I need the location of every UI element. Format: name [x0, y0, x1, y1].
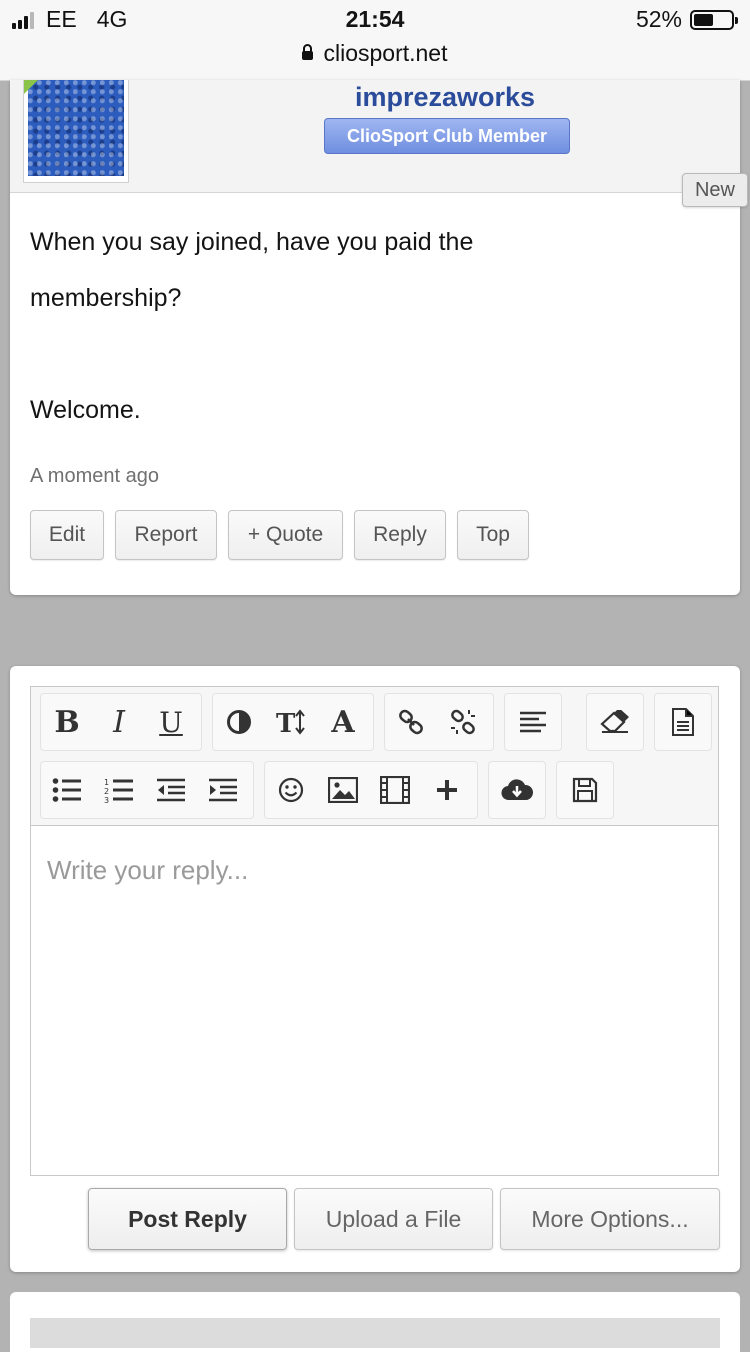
align-group	[504, 693, 562, 751]
color-icon[interactable]	[213, 694, 265, 750]
online-indicator	[24, 80, 38, 94]
reply-card: B I U T A 1 2 3 Write your reply... Post…	[10, 666, 740, 1272]
next-section-card	[10, 1292, 740, 1352]
indent-icon[interactable]	[197, 762, 249, 818]
link-icon[interactable]	[385, 694, 437, 750]
editor-buttons: Post Reply Upload a File More Options...	[88, 1188, 720, 1250]
insert-icon[interactable]	[421, 762, 473, 818]
status-right: 52%	[635, 6, 738, 33]
avatar[interactable]	[23, 80, 129, 183]
align-icon[interactable]	[507, 694, 559, 750]
cloud-download-icon[interactable]	[491, 762, 543, 818]
link-group	[384, 693, 494, 751]
reply-button[interactable]: Reply	[354, 510, 446, 560]
image-icon[interactable]	[317, 762, 369, 818]
username[interactable]: imprezaworks	[140, 82, 750, 113]
source-icon[interactable]	[657, 694, 709, 750]
outdent-icon[interactable]	[145, 762, 197, 818]
bullet-list-icon[interactable]	[41, 762, 93, 818]
post-card: imprezaworks ClioSport Club Member New W…	[10, 80, 748, 595]
media-icon[interactable]	[369, 762, 421, 818]
post-header: imprezaworks ClioSport Club Member	[10, 80, 740, 193]
italic-icon[interactable]: I	[93, 694, 145, 750]
status-bar: EE 4G 21:54 52% cliosport.net	[0, 0, 750, 81]
svg-text:1: 1	[104, 778, 109, 787]
svg-text:3: 3	[104, 796, 109, 803]
svg-text:2: 2	[104, 787, 109, 796]
font-icon[interactable]: A	[317, 694, 369, 750]
new-tag: New	[682, 173, 748, 207]
insert-group	[264, 761, 478, 819]
bold-icon[interactable]: B	[41, 694, 93, 750]
address-bar[interactable]: cliosport.net	[0, 40, 750, 67]
post-reply-button[interactable]: Post Reply	[88, 1188, 287, 1250]
more-options-button[interactable]: More Options...	[500, 1188, 720, 1250]
battery-percent: 52%	[635, 6, 682, 32]
member-badge: ClioSport Club Member	[324, 118, 570, 154]
post-actions: Edit Report + Quote Reply Top	[30, 510, 529, 560]
post-timestamp: A moment ago	[30, 465, 159, 487]
post-text-line: membership?	[30, 284, 182, 312]
list-group: 123	[40, 761, 254, 819]
post-body: When you say joined, have you paid the m…	[30, 214, 720, 438]
numbered-list-icon[interactable]: 123	[93, 762, 145, 818]
top-button[interactable]: Top	[457, 510, 529, 560]
source-group	[654, 693, 712, 751]
reply-input[interactable]: Write your reply...	[47, 855, 248, 886]
underline-icon[interactable]: U	[145, 694, 197, 750]
svg-text:T: T	[276, 709, 296, 736]
url-text: cliosport.net	[323, 40, 448, 66]
report-button[interactable]: Report	[115, 510, 217, 560]
post-text-line: When you say joined, have you paid the	[30, 228, 474, 256]
reply-editor: B I U T A 1 2 3 Write your reply...	[30, 686, 719, 1176]
unlink-icon[interactable]	[437, 694, 489, 750]
post-text-line: Welcome.	[30, 396, 141, 424]
smiley-icon[interactable]	[265, 762, 317, 818]
editor-toolbar: B I U T A 1 2 3	[31, 687, 718, 826]
battery-icon	[690, 9, 738, 30]
font-size-icon[interactable]: T	[265, 694, 317, 750]
eraser-group	[586, 693, 644, 751]
lock-icon	[302, 44, 314, 60]
save-icon[interactable]	[559, 762, 611, 818]
avatar-image	[28, 80, 124, 176]
quote-button[interactable]: + Quote	[228, 510, 343, 560]
eraser-icon[interactable]	[589, 694, 641, 750]
section-header-bar	[30, 1318, 720, 1348]
save-group	[556, 761, 614, 819]
upload-file-button[interactable]: Upload a File	[294, 1188, 493, 1250]
cloud-group	[488, 761, 546, 819]
edit-button[interactable]: Edit	[30, 510, 104, 560]
font-group: T A	[212, 693, 374, 751]
text-style-group: B I U	[40, 693, 202, 751]
